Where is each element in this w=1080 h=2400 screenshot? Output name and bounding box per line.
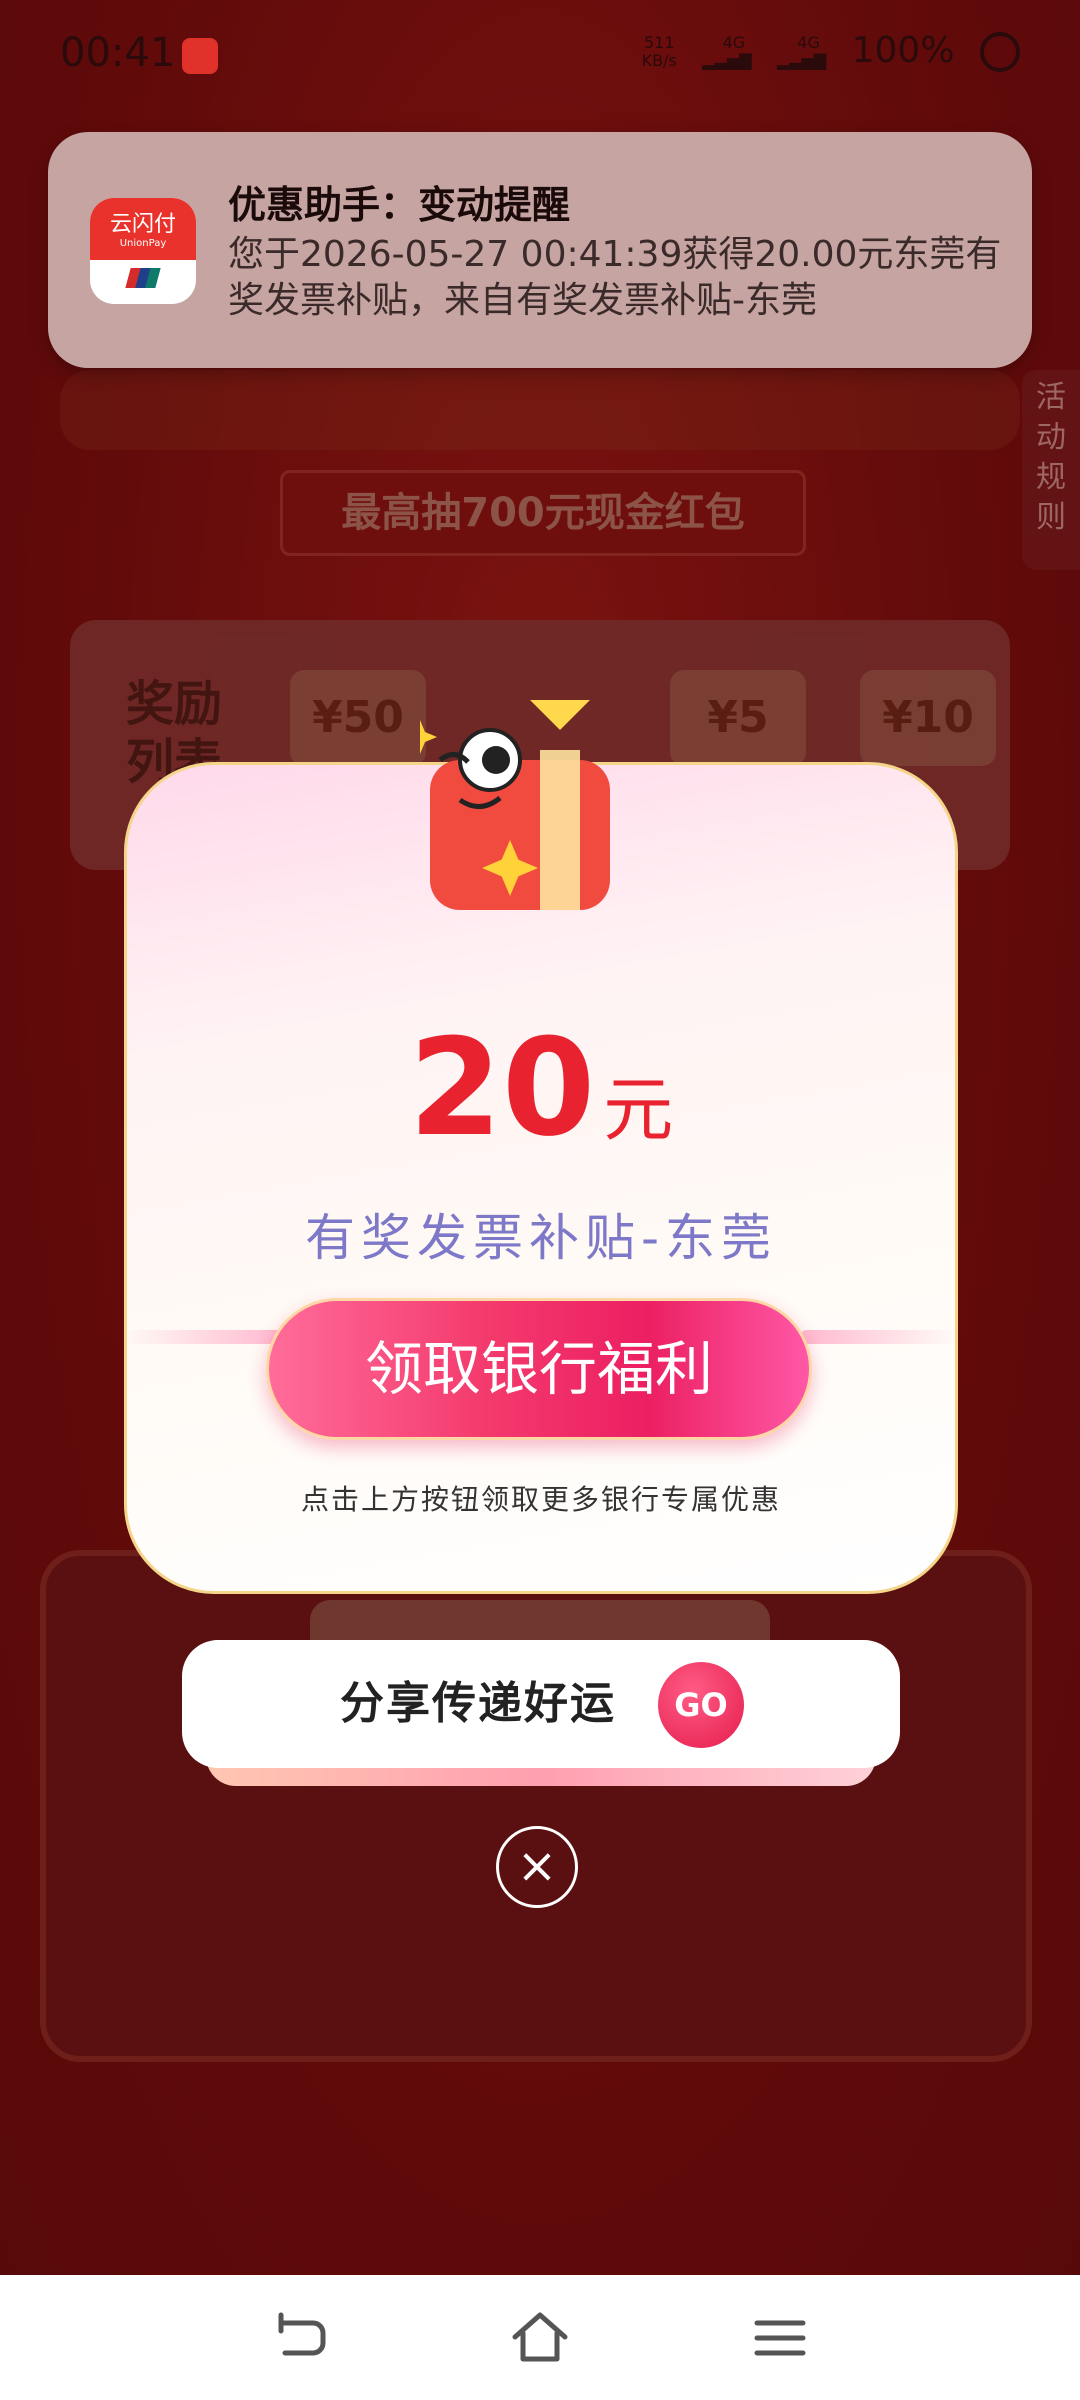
share-label: 分享传递好运 <box>340 1678 616 1729</box>
app-icon-label: 云闪付 UnionPay <box>90 198 196 260</box>
amount-unit: 元 <box>603 1069 674 1151</box>
back-icon[interactable] <box>265 2303 335 2373</box>
speed-value: 511 <box>643 33 675 52</box>
push-notification[interactable]: 云闪付 UnionPay 优惠助手：变动提醒 您于2026-05-27 00:4… <box>48 132 1032 368</box>
go-button[interactable]: GO <box>658 1662 744 1748</box>
unionpay-app-icon: 云闪付 UnionPay <box>90 198 196 304</box>
claim-hint: 点击上方按钮领取更多银行专属优惠 <box>300 1483 781 1516</box>
notification-body: 您于2026-05-27 00:41:39获得20.00元东莞有奖发票补贴，来自… <box>228 234 1002 321</box>
close-icon[interactable]: × <box>496 1826 578 1908</box>
claim-bank-benefit-button[interactable]: 领取银行福利 <box>266 1298 812 1440</box>
status-time: 00:41 <box>60 30 176 76</box>
system-navigation-bar <box>0 2275 1080 2400</box>
speed-unit: KB/s <box>641 51 677 70</box>
network-type: 4G <box>722 33 746 52</box>
notification-title: 优惠助手：变动提醒 <box>228 183 571 227</box>
unionpay-flag-icon <box>125 268 161 288</box>
menu-icon[interactable] <box>745 2303 815 2373</box>
unionpay-status-icon <box>182 38 218 74</box>
battery-ring-icon <box>980 32 1020 72</box>
decorative-streak <box>124 1330 284 1344</box>
app-icon-sub: UnionPay <box>119 238 167 249</box>
network-speed: 511 KB/s <box>628 34 677 70</box>
reward-amount: 20 元 <box>124 1010 958 1166</box>
network-type: 4G <box>797 33 820 52</box>
share-good-luck-bar[interactable]: 分享传递好运 GO <box>182 1640 900 1768</box>
reward-source: 有奖发票补贴-东莞 <box>304 1209 778 1267</box>
decorative-streak <box>800 1330 958 1344</box>
app-icon-text: 云闪付 <box>109 212 176 237</box>
status-bar: 00:41 511 KB/s 4G ▂▃▅▇ 4G ▂▃▅▇ 100% <box>0 0 1080 110</box>
amount-value: 20 <box>408 1010 596 1166</box>
status-indicators: 511 KB/s 4G ▂▃▅▇ 4G ▂▃▅▇ 100% <box>614 30 1020 72</box>
signal-2: 4G ▂▃▅▇ <box>776 33 827 70</box>
signal-1: 4G ▂▃▅▇ <box>702 33 752 70</box>
home-icon[interactable] <box>505 2303 575 2373</box>
battery-level: 100% <box>851 30 955 71</box>
gift-box-icon <box>420 700 610 910</box>
